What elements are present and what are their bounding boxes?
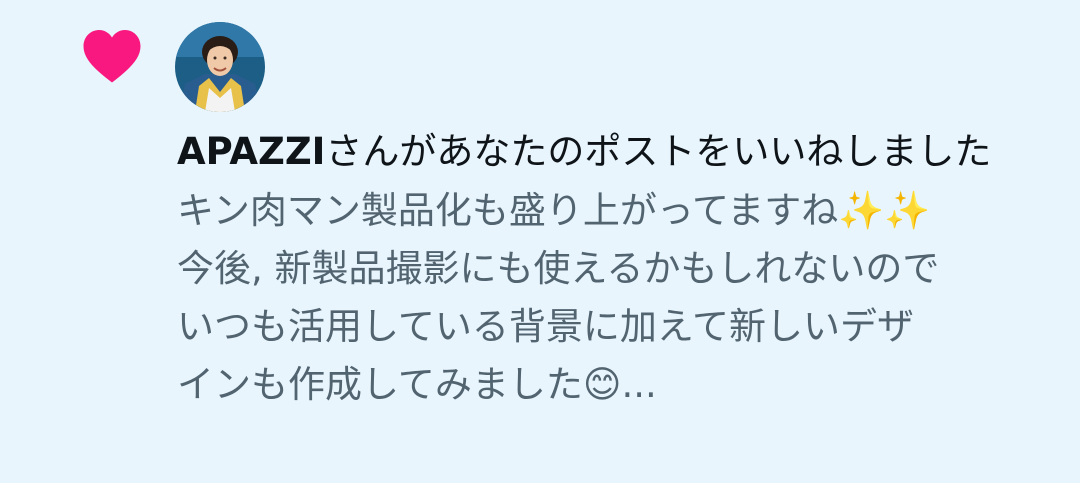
notification-content: APAZZIさんがあなたのポストをいいねしました キン肉マン製品化も盛り上がって… (177, 126, 1047, 414)
username-link[interactable]: APAZZI (177, 130, 325, 173)
action-text: さんがあなたのポストをいいねしました (325, 130, 992, 173)
notification-headline: APAZZIさんがあなたのポストをいいねしました (177, 126, 1047, 178)
heart-icon (83, 30, 141, 83)
avatar[interactable] (175, 22, 265, 112)
post-preview-text[interactable]: キン肉マン製品化も盛り上がってますね✨✨ 今後, 新製品撮影にも使えるかもしれな… (177, 182, 1047, 414)
like-notification[interactable]: APAZZIさんがあなたのポストをいいねしました キン肉マン製品化も盛り上がって… (0, 0, 1080, 483)
